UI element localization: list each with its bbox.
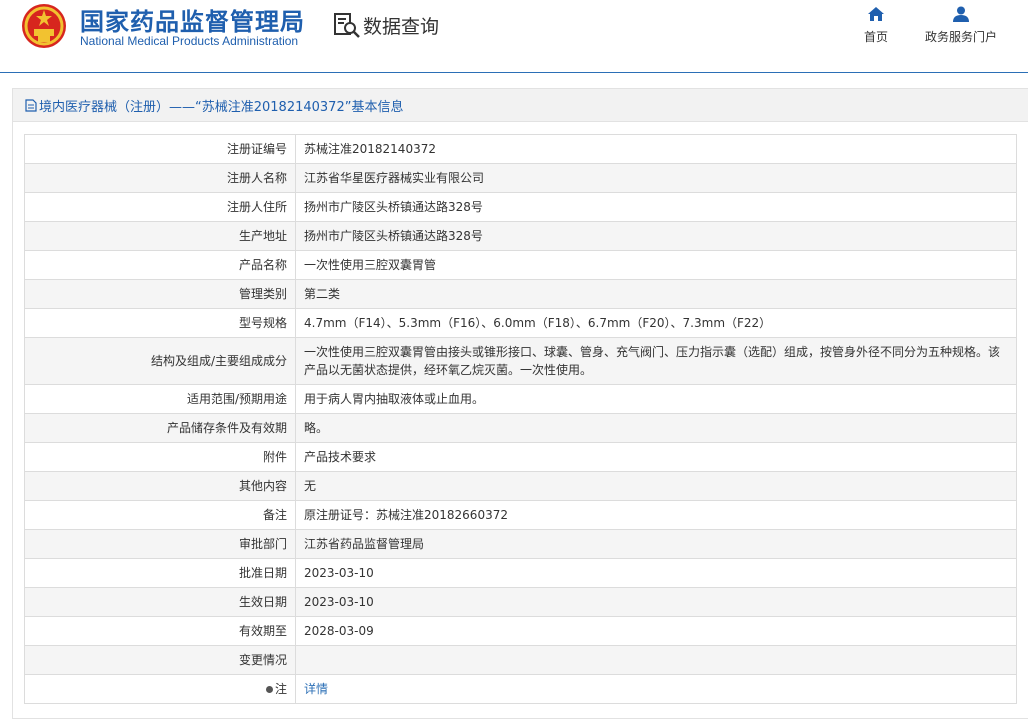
- field-value: 4.7mm（F14）、5.3mm（F16）、6.0mm（F18）、6.7mm（F…: [295, 308, 1017, 338]
- field-value: 原注册证号：苏械注准20182660372: [295, 500, 1017, 530]
- field-label: 结构及组成/主要组成成分: [24, 337, 296, 385]
- field-label: 审批部门: [24, 529, 296, 559]
- info-table: 注册证编号 苏械注准20182140372 注册人名称 江苏省华星医疗器械实业有限公…: [24, 134, 1017, 704]
- field-value: 产品技术要求: [295, 442, 1017, 472]
- field-value: 扬州市广陵区头桥镇通达路328号: [295, 192, 1017, 222]
- field-value: 2028-03-09: [295, 616, 1017, 646]
- field-label: 批准日期: [24, 558, 296, 588]
- table-row: 备注 原注册证号：苏械注准20182660372: [24, 500, 1017, 530]
- user-icon: [953, 6, 969, 22]
- field-value: 无: [295, 471, 1017, 501]
- field-label-note: 注: [24, 674, 296, 704]
- table-row: 结构及组成/主要组成成分 一次性使用三腔双囊胃管由接头或锥形接口、球囊、管身、充气…: [24, 337, 1017, 385]
- table-row: 型号规格 4.7mm（F14）、5.3mm（F16）、6.0mm（F18）、6.7…: [24, 308, 1017, 338]
- panel-title-bar: 境内医疗器械（注册）——“苏械注准20182140372”基本信息: [13, 89, 1028, 122]
- field-value: 一次性使用三腔双囊胃管: [295, 250, 1017, 280]
- field-label: 变更情况: [24, 645, 296, 675]
- field-value: 江苏省药品监督管理局: [295, 529, 1017, 559]
- document-search-icon: [334, 13, 360, 38]
- table-row: 注 详情: [24, 674, 1017, 704]
- field-value: 2023-03-10: [295, 558, 1017, 588]
- field-label: 注册证编号: [24, 134, 296, 164]
- field-label: 管理类别: [24, 279, 296, 309]
- field-value: 2023-03-10: [295, 587, 1017, 617]
- table-row: 产品名称 一次性使用三腔双囊胃管: [24, 250, 1017, 280]
- data-query-label: 数据查询: [363, 15, 440, 38]
- nav-home-label: 首页: [863, 30, 888, 44]
- nav-portal[interactable]: 政务服务门户: [922, 6, 1000, 45]
- table-row: 注册证编号 苏械注准20182140372: [24, 134, 1017, 164]
- field-label: 其他内容: [24, 471, 296, 501]
- table-row: 生产地址 扬州市广陵区头桥镇通达路328号: [24, 221, 1017, 251]
- table-row: 注册人住所 扬州市广陵区头桥镇通达路328号: [24, 192, 1017, 222]
- note-label: 注: [274, 682, 287, 696]
- field-value: 略。: [295, 413, 1017, 443]
- field-label: 型号规格: [24, 308, 296, 338]
- field-label: 生产地址: [24, 221, 296, 251]
- table-row: 其他内容无: [24, 471, 1017, 501]
- table-row: 批准日期 2023-03-10: [24, 558, 1017, 588]
- field-value: 江苏省华星医疗器械实业有限公司: [295, 163, 1017, 193]
- field-label: 产品名称: [24, 250, 296, 280]
- panel-title: 境内医疗器械（注册）——“苏械注准20182140372”基本信息: [39, 99, 404, 115]
- field-value: 苏械注准20182140372: [295, 134, 1017, 164]
- field-label: 生效日期: [24, 587, 296, 617]
- nav-home[interactable]: 首页: [862, 6, 890, 45]
- nav-portal-label: 政务服务门户: [924, 30, 997, 44]
- field-label: 适用范围/预期用途: [24, 384, 296, 414]
- table-row: 审批部门 江苏省药品监督管理局: [24, 529, 1017, 559]
- table-row: 附件 产品技术要求: [24, 442, 1017, 472]
- home-icon: [868, 7, 884, 21]
- table-row: 注册人名称 江苏省华星医疗器械实业有限公司: [24, 163, 1017, 193]
- brand-title: 国家药品监督管理局: [80, 8, 305, 36]
- field-value: 扬州市广陵区头桥镇通达路328号: [295, 221, 1017, 251]
- detail-panel: 境内医疗器械（注册）——“苏械注准20182140372”基本信息 注册证编号苏…: [12, 88, 1028, 719]
- field-label: 有效期至: [24, 616, 296, 646]
- field-label: 附件: [24, 442, 296, 472]
- field-value: 一次性使用三腔双囊胃管由接头或锥形接口、球囊、管身、充气阀门、压力指示囊（选配）…: [295, 337, 1017, 385]
- field-label: 备注: [24, 500, 296, 530]
- dot-icon: [265, 686, 273, 693]
- site-header: 国家药品监督管理局 National Medical Products Admi…: [0, 0, 1028, 73]
- table-row: 管理类别 第二类: [24, 279, 1017, 309]
- field-label: 产品储存条件及有效期: [24, 413, 296, 443]
- table-row: 有效期至 2028-03-09: [24, 616, 1017, 646]
- table-row: 变更情况: [24, 645, 1017, 675]
- table-row: 生效日期 2023-03-10: [24, 587, 1017, 617]
- field-value: 第二类: [295, 279, 1017, 309]
- field-value: 用于病人胃内抽取液体或止血用。: [295, 384, 1017, 414]
- national-emblem-icon: [22, 4, 66, 48]
- field-value: 详情: [295, 674, 1017, 704]
- table-row: 产品储存条件及有效期 略。: [24, 413, 1017, 443]
- field-label: 注册人名称: [24, 163, 296, 193]
- brand-subtitle: National Medical Products Administration: [80, 34, 299, 48]
- data-query-link[interactable]: 数据查询: [333, 10, 439, 40]
- document-icon: [25, 98, 37, 112]
- details-link[interactable]: 详情: [304, 682, 328, 696]
- field-value: [295, 645, 1017, 675]
- field-label: 注册人住所: [24, 192, 296, 222]
- table-row: 适用范围/预期用途 用于病人胃内抽取液体或止血用。: [24, 384, 1017, 414]
